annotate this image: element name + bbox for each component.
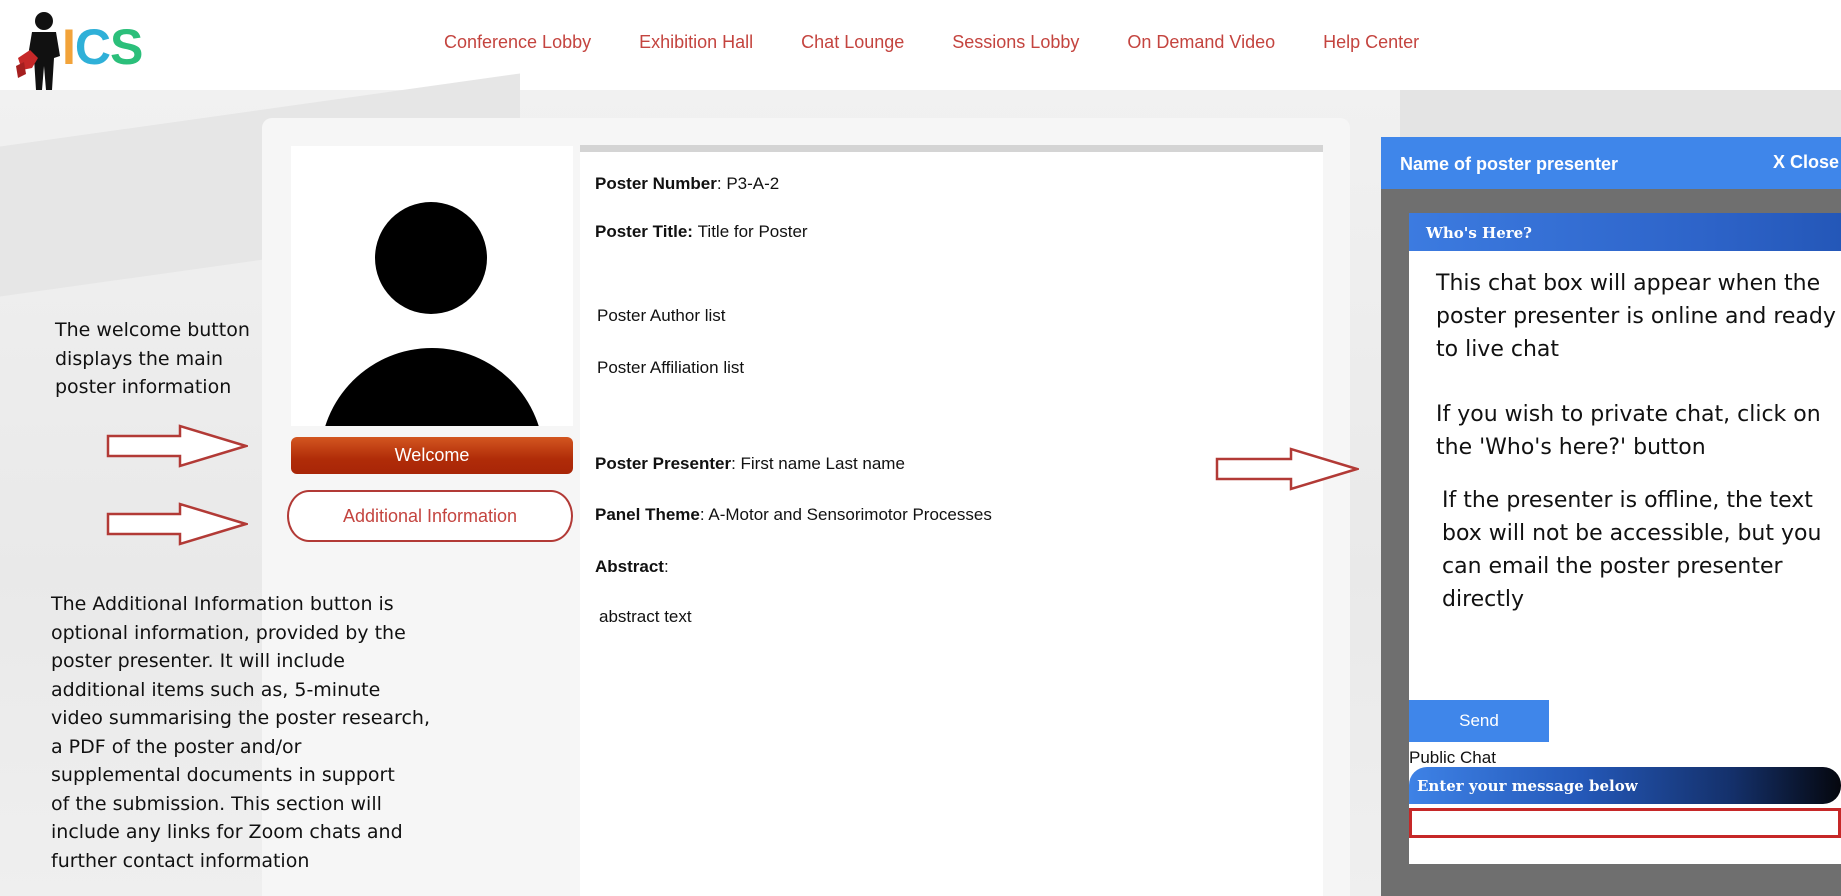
public-chat-link[interactable]: Public Chat [1409,748,1496,768]
arrow-right-icon [1215,447,1359,491]
close-chat-button[interactable]: X Close [1773,152,1839,173]
nav-on-demand-video[interactable]: On Demand Video [1127,32,1275,53]
poster-title-label: Poster Title: [595,222,693,241]
poster-title-row: Poster Title: Title for Poster [595,222,808,242]
whos-here-button[interactable]: Who's Here? [1409,213,1841,251]
annotation-line: further contact information [51,849,310,872]
annotation-line: additional items such as, 5-minute [51,678,381,701]
welcome-button[interactable]: Welcome [291,437,573,474]
nav-chat-lounge[interactable]: Chat Lounge [801,32,904,53]
annotation-line: poster presenter. It will include [51,650,345,672]
poster-presenter-row: Poster Presenter: First name Last name [595,454,905,474]
poster-author-list: Poster Author list [597,306,726,325]
top-navigation: Conference Lobby Exhibition Hall Chat Lo… [444,32,1467,53]
abstract-label: Abstract [595,557,664,576]
additional-information-button[interactable]: Additional Information [287,490,573,542]
chat-note-line: to live chat [1436,337,1559,362]
chat-note-line: can email the poster presenter [1442,554,1783,579]
icis-logo[interactable]: ICS [14,8,174,94]
poster-number-value: : P3-A-2 [716,174,780,193]
poster-number-row: Poster Number: P3-A-2 [595,174,779,194]
panel-theme-value: : A-Motor and Sensorimotor Processes [699,505,992,524]
message-input[interactable] [1409,808,1841,838]
poster-title-value: Title for Poster [697,222,808,241]
annotation-line: of the submission. This section will [51,792,382,815]
chat-header-title: Name of poster presenter [1400,154,1619,174]
annotation-line: supplemental documents in support [51,764,395,786]
chat-note-line: If you wish to private chat, click on [1436,402,1821,427]
chat-private-note: If you wish to private chat, click on th… [1436,398,1821,464]
poster-presenter-label: Poster Presenter [595,454,732,473]
annotation-line: poster information [55,376,232,398]
message-prompt-label: Enter your message below [1409,767,1841,804]
poster-details: Poster Number: P3-A-2 Poster Title: Titl… [580,145,1323,896]
additional-information-annotation: The Additional Information button is opt… [51,590,430,875]
poster-number-label: Poster Number [595,174,717,193]
arrow-right-icon [106,424,248,468]
nav-sessions-lobby[interactable]: Sessions Lobby [952,32,1079,53]
annotation-line: video summarising the poster research, [51,707,430,729]
presenter-avatar [291,146,573,426]
nav-help-center[interactable]: Help Center [1323,32,1419,53]
annotation-line: displays the main [55,347,224,370]
arrow-right-icon [106,502,248,546]
send-button[interactable]: Send [1409,700,1549,742]
annotation-line: The welcome button [55,319,250,341]
annotation-line: optional information, provided by the [51,621,406,644]
poster-presenter-value: : First name Last name [731,454,905,473]
nav-conference-lobby[interactable]: Conference Lobby [444,32,591,53]
chat-note-line: directly [1442,587,1525,612]
panel-theme-row: Panel Theme: A-Motor and Sensorimotor Pr… [595,505,992,525]
avatar-body [320,348,544,426]
welcome-annotation: The welcome button displays the main pos… [55,316,250,402]
chat-header: Name of poster presenter X Close [1381,137,1841,189]
nav-exhibition-hall[interactable]: Exhibition Hall [639,32,753,53]
chat-panel: Name of poster presenter X Close Who's H… [1381,137,1841,896]
abstract-colon: : [663,557,669,576]
poster-affiliation-list: Poster Affiliation list [597,358,745,377]
chat-online-note: This chat box will appear when the poste… [1436,267,1836,366]
chat-offline-note: If the presenter is offline, the text bo… [1442,484,1821,616]
abstract-row: Abstract: [595,557,669,577]
avatar-head [375,202,487,314]
icis-wordmark: ICS [62,19,143,75]
chat-note-line: the 'Who's here?' button [1436,435,1706,460]
chat-note-line: poster presenter is online and ready [1436,304,1836,329]
chat-note-line: box will not be accessible, but you [1442,521,1822,546]
panel-theme-label: Panel Theme [595,505,700,524]
annotation-line: a PDF of the poster and/or [51,735,302,758]
chat-note-line: If the presenter is offline, the text [1442,488,1813,513]
abstract-text: abstract text [599,607,692,626]
chat-note-line: This chat box will appear when the [1436,271,1821,296]
annotation-line: The Additional Information button is [51,593,394,615]
annotation-line: include any links for Zoom chats and [51,821,403,843]
